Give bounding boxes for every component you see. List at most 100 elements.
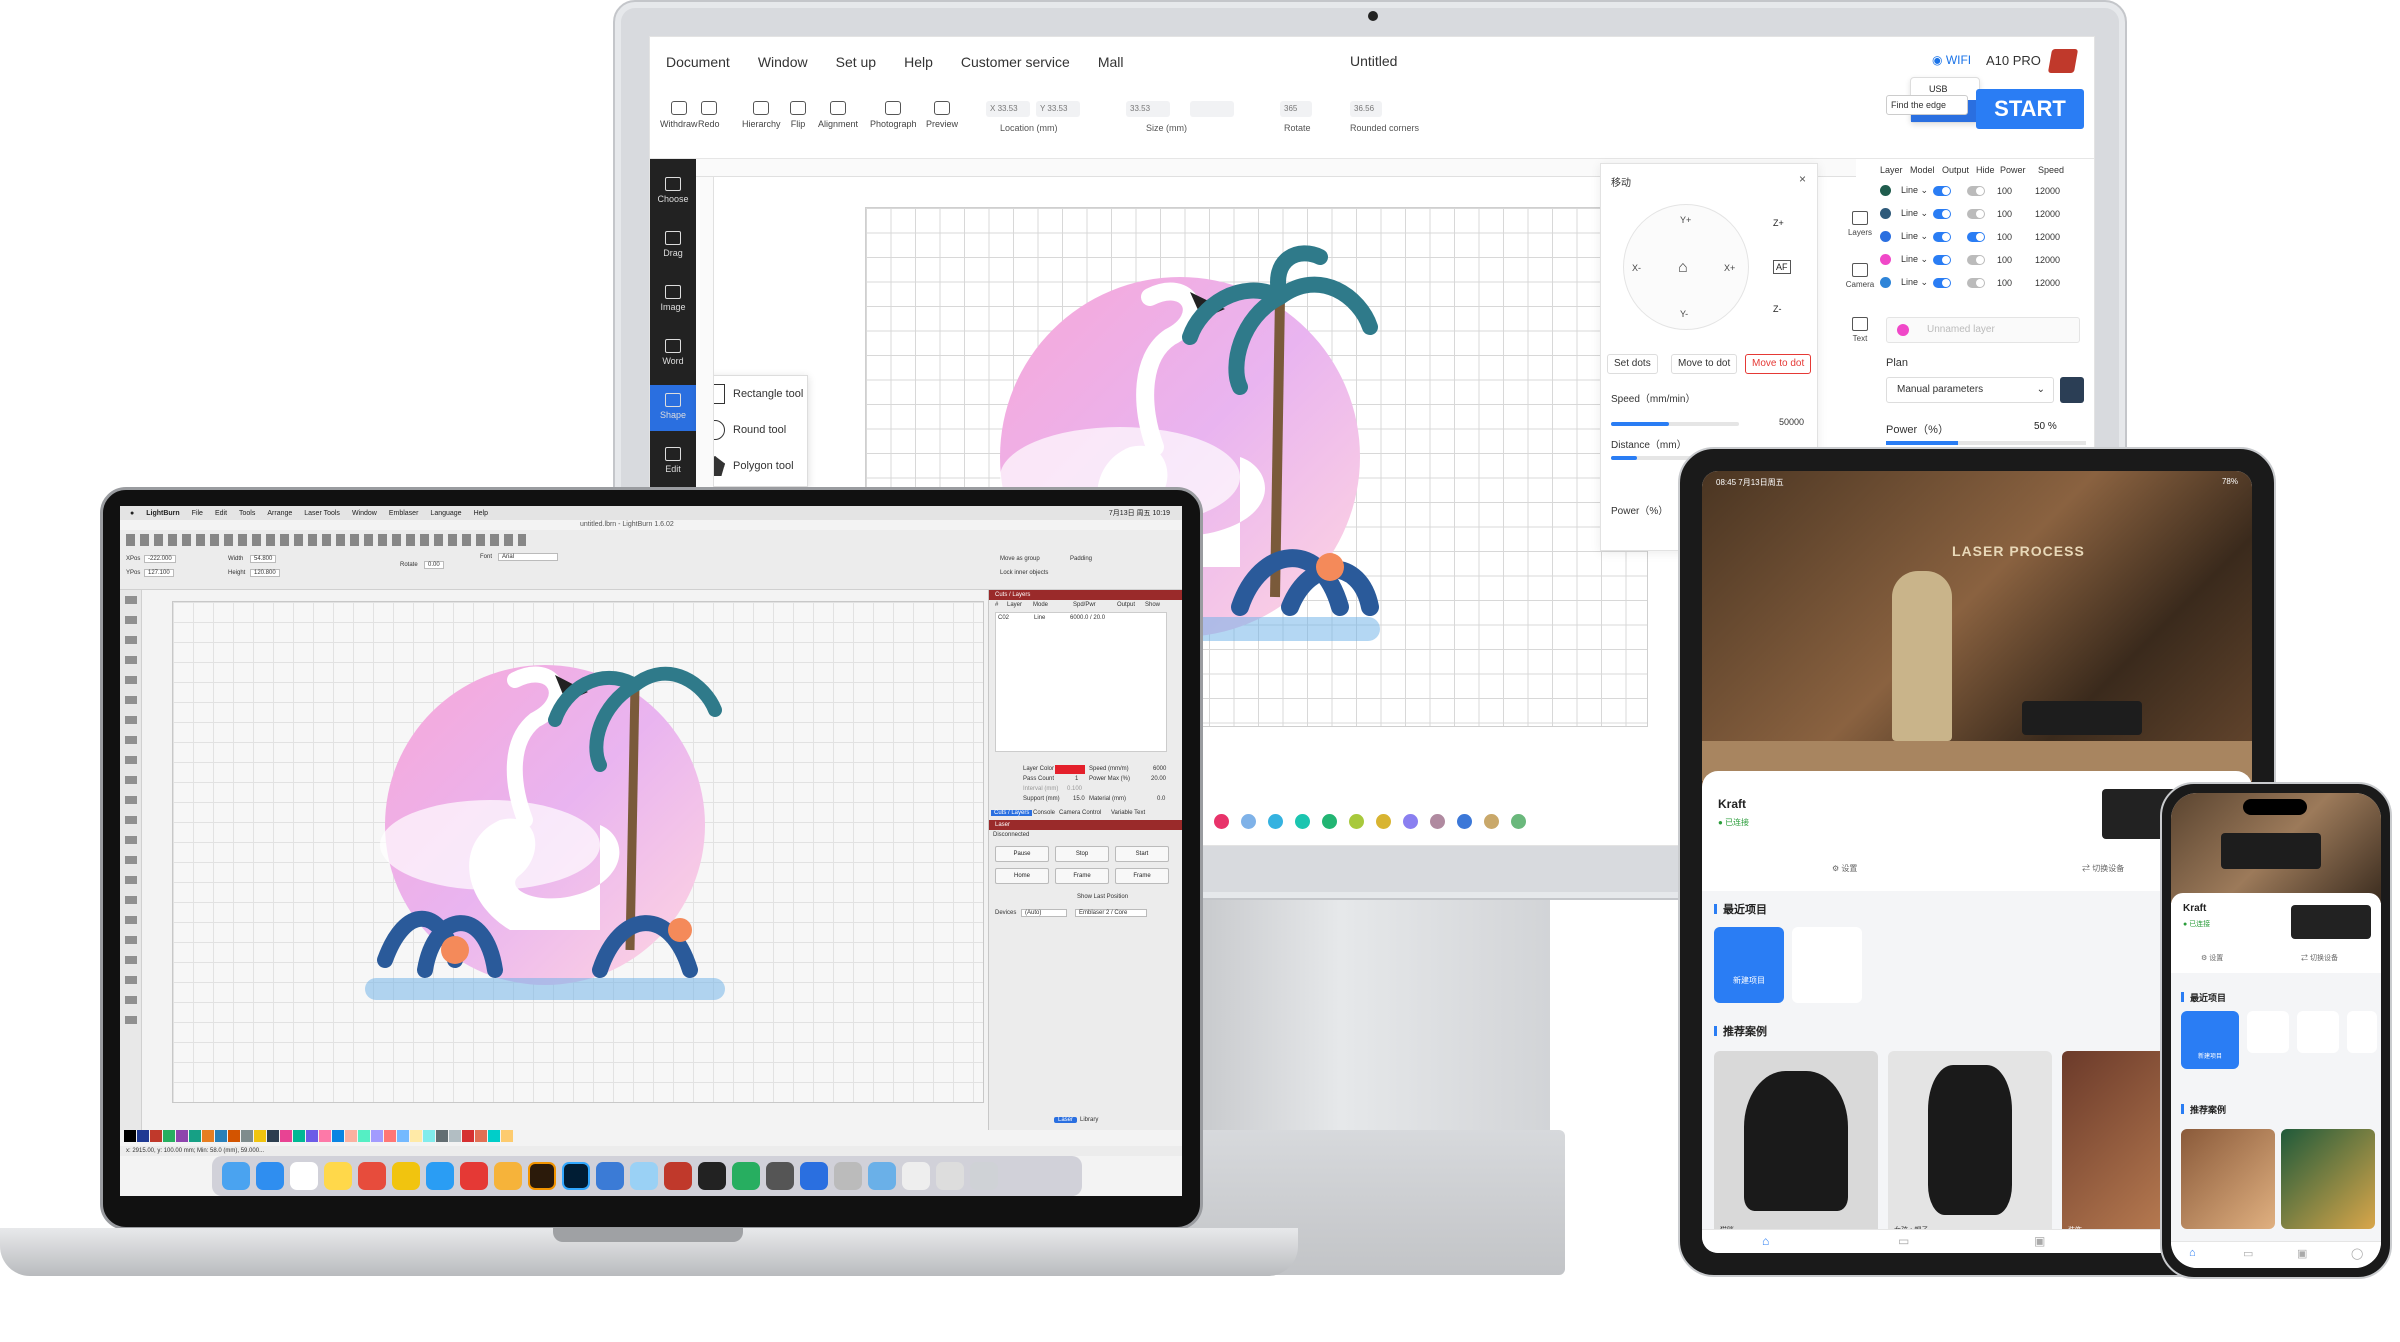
menu-help[interactable]: Help (474, 510, 488, 517)
layer-mode-select[interactable]: Line ⌄ (1901, 277, 1933, 288)
palette-swatch[interactable] (384, 1130, 396, 1142)
home-icon[interactable]: ⌂ (1678, 259, 1688, 277)
phone-recent-project[interactable] (2247, 1011, 2289, 1053)
z-minus-button[interactable]: Z- (1773, 304, 1782, 314)
hierarchy-button[interactable]: Hierarchy (742, 101, 781, 129)
calendar-icon[interactable] (290, 1162, 318, 1190)
app-icon[interactable] (936, 1162, 964, 1190)
layer-row[interactable]: Line ⌄ 100 12000 (1880, 202, 2090, 225)
power-max-value[interactable]: 20.00 (1151, 776, 1166, 782)
layer-color-swatch[interactable] (1055, 765, 1085, 774)
menu-app[interactable]: LightBurn (146, 510, 179, 517)
profile-icon[interactable]: ◯ (2351, 1247, 2363, 1260)
layer-id[interactable]: C02 (998, 615, 1009, 621)
connection-wifi[interactable]: ◉ WIFI (1932, 53, 1971, 67)
tab-camera-control[interactable]: Camera Control (1059, 810, 1101, 816)
chrome-icon[interactable] (358, 1162, 386, 1190)
rotate-field[interactable]: 365 (1280, 101, 1312, 117)
word-tool[interactable]: Word (650, 339, 696, 366)
show-last-position[interactable]: Show Last Position (1077, 894, 1128, 900)
close-icon[interactable]: × (1799, 172, 1806, 186)
hide-toggle[interactable] (1967, 231, 1985, 242)
withdraw-button[interactable]: Withdraw (660, 101, 698, 129)
start-button[interactable]: Start (1115, 846, 1169, 862)
notes-icon[interactable] (324, 1162, 352, 1190)
chrome-icon[interactable] (392, 1162, 420, 1190)
app-icon[interactable] (630, 1162, 658, 1190)
phone-new-project-button[interactable]: 新建项目 (2181, 1011, 2239, 1069)
swatch[interactable] (1403, 814, 1418, 829)
recent-project[interactable] (1792, 927, 1862, 1003)
palette-swatch[interactable] (475, 1130, 487, 1142)
device-model[interactable]: A10 PRO (1986, 53, 2041, 68)
find-edge-select[interactable]: Find the edge (1886, 95, 1968, 115)
layer-row[interactable]: Line ⌄ 100 12000 (1880, 271, 2090, 294)
app-icon[interactable] (664, 1162, 692, 1190)
pause-button[interactable]: Pause (995, 846, 1049, 862)
palette-swatch[interactable] (189, 1130, 201, 1142)
layer-speed[interactable]: 12000 (2035, 186, 2060, 196)
tab-library[interactable]: Library (1080, 1117, 1098, 1123)
palette-swatch[interactable] (410, 1130, 422, 1142)
hide-toggle[interactable] (1967, 277, 1985, 288)
layer-row[interactable]: Line ⌄ 100 12000 (1880, 225, 2090, 248)
palette-swatch[interactable] (436, 1130, 448, 1142)
menu-mall[interactable]: Mall (1098, 54, 1124, 70)
y-minus-button[interactable]: Y- (1680, 309, 1688, 319)
layer-color-dot[interactable] (1880, 254, 1891, 265)
height-field[interactable]: 120.800 (250, 569, 280, 577)
app-icon[interactable] (426, 1162, 454, 1190)
palette-swatch[interactable] (137, 1130, 149, 1142)
tab-console[interactable]: Console (1033, 810, 1055, 816)
output-toggle[interactable] (1933, 208, 1951, 219)
x-minus-button[interactable]: X- (1632, 263, 1641, 273)
swatch[interactable] (1457, 814, 1472, 829)
unnamed-layer-input[interactable]: Unnamed layer (1886, 317, 2080, 343)
redo-button[interactable]: Redo (698, 101, 720, 129)
app-icon[interactable] (902, 1162, 930, 1190)
layer-speed[interactable]: 12000 (2035, 255, 2060, 265)
y-plus-button[interactable]: Y+ (1680, 215, 1691, 225)
rotate-field[interactable]: 0.00 (424, 561, 444, 569)
x-position-field[interactable]: X 33.53 (986, 101, 1030, 117)
edit-tool[interactable]: Edit (650, 447, 696, 474)
output-toggle[interactable] (1933, 231, 1951, 242)
wps-icon[interactable] (460, 1162, 488, 1190)
phone-switch-device-button[interactable]: ⇄ 切换设备 (2301, 953, 2338, 963)
palette-swatch[interactable] (397, 1130, 409, 1142)
sketch-icon[interactable] (494, 1162, 522, 1190)
menu-customer-service[interactable]: Customer service (961, 54, 1070, 70)
apple-icon[interactable]: ● (130, 510, 134, 517)
shape-tool[interactable]: Shape (650, 385, 696, 431)
palette-swatch[interactable] (280, 1130, 292, 1142)
rectangle-tool[interactable]: Rectangle tool (699, 376, 807, 412)
move-as-group-checkbox[interactable]: Move as group (1000, 556, 1040, 562)
layer-mode-select[interactable]: Line ⌄ (1901, 231, 1933, 242)
shop-icon[interactable]: ▣ (2034, 1234, 2045, 1248)
width-field[interactable]: 54.800 (250, 555, 277, 563)
palette-swatch[interactable] (358, 1130, 370, 1142)
layer-mode[interactable]: Line (1034, 615, 1045, 621)
hide-toggle[interactable] (1967, 185, 1985, 196)
layer-color-dot[interactable] (1880, 231, 1891, 242)
speed-value[interactable]: 6000 (1153, 766, 1166, 772)
layer-mode-select[interactable]: Line ⌄ (1901, 208, 1933, 219)
pass-count-value[interactable]: 1 (1075, 776, 1078, 782)
frame-circle-button[interactable]: Frame (1115, 868, 1169, 884)
palette-swatch[interactable] (228, 1130, 240, 1142)
layer-mode-select[interactable]: Line ⌄ (1901, 185, 1933, 196)
support-value[interactable]: 15.0 (1073, 796, 1085, 802)
swatch[interactable] (1214, 814, 1229, 829)
palette-swatch[interactable] (488, 1130, 500, 1142)
palette-swatch[interactable] (449, 1130, 461, 1142)
finder-icon[interactable] (222, 1162, 250, 1190)
layer-power[interactable]: 100 (1997, 209, 2035, 219)
menu-window[interactable]: Window (352, 510, 377, 517)
shop-icon[interactable]: ▣ (2297, 1247, 2307, 1260)
x-plus-button[interactable]: X+ (1724, 263, 1735, 273)
swatch[interactable] (1349, 814, 1364, 829)
trash-icon[interactable] (970, 1162, 998, 1190)
phone-recent-project[interactable] (2297, 1011, 2339, 1053)
palette-swatch[interactable] (202, 1130, 214, 1142)
palette-swatch[interactable] (371, 1130, 383, 1142)
